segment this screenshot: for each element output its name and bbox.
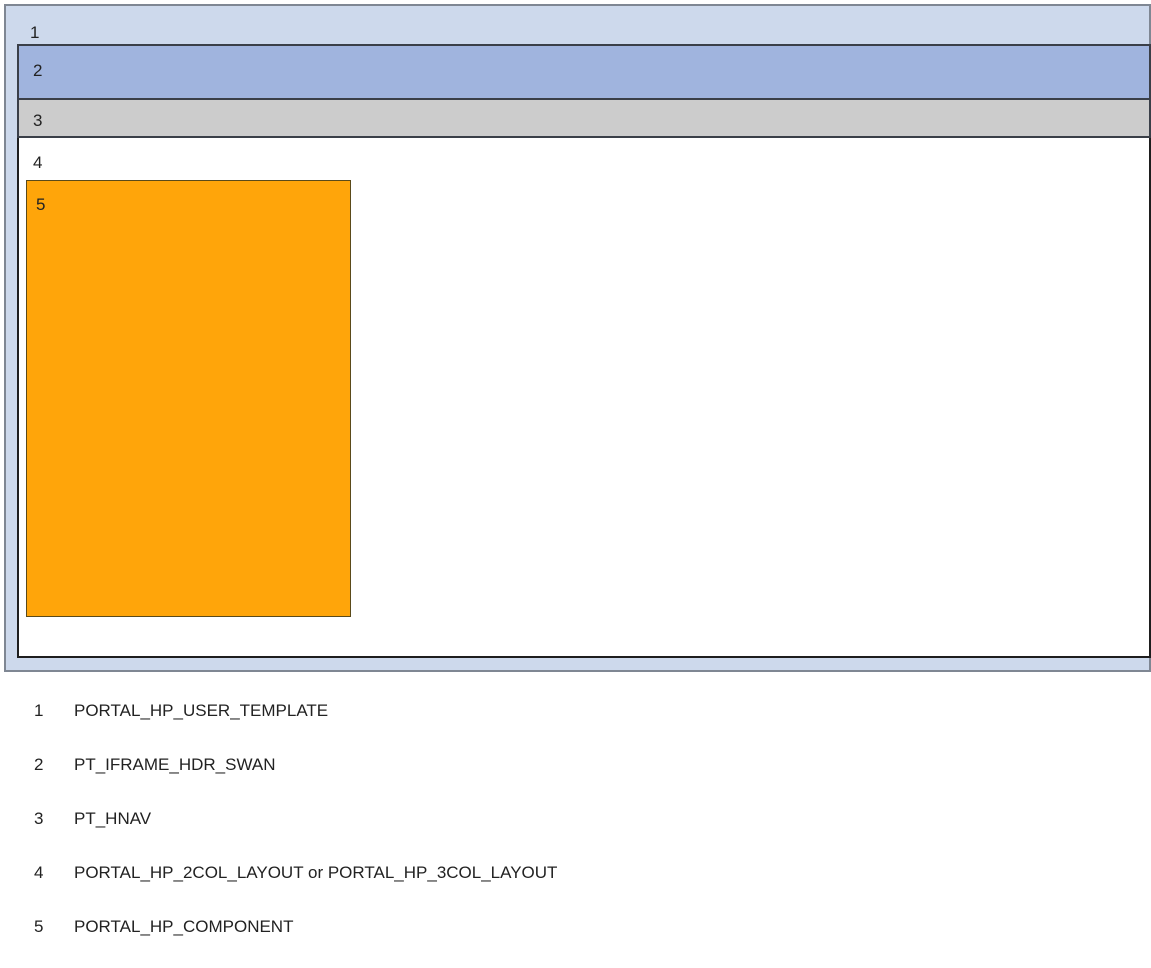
- legend-text: PT_HNAV: [74, 809, 152, 828]
- region-hnav: 3: [17, 100, 1151, 138]
- region-component: 5: [26, 180, 351, 617]
- region-label-1: 1: [30, 23, 40, 42]
- legend-item-2: 2 PT_IFRAME_HDR_SWAN: [34, 754, 276, 776]
- legend-item-4: 4 PORTAL_HP_2COL_LAYOUT or PORTAL_HP_3COL…: [34, 862, 557, 884]
- legend-number: 1: [34, 701, 44, 720]
- legend-item-3: 3 PT_HNAV: [34, 808, 151, 830]
- legend-text: PT_IFRAME_HDR_SWAN: [74, 755, 276, 774]
- region-iframe-header: 2: [17, 44, 1151, 100]
- legend-item-1: 1 PORTAL_HP_USER_TEMPLATE: [34, 700, 328, 722]
- legend-number: 4: [34, 863, 44, 882]
- legend-text: PORTAL_HP_USER_TEMPLATE: [74, 701, 329, 720]
- region-label-5: 5: [36, 195, 46, 214]
- legend-text: PORTAL_HP_COMPONENT: [74, 917, 294, 936]
- layout-diagram: 1 2 3 4 5: [4, 4, 1151, 672]
- region-label-2: 2: [33, 61, 43, 80]
- region-label-3: 3: [33, 111, 43, 130]
- legend-number: 2: [34, 755, 44, 774]
- legend-number: 3: [34, 809, 44, 828]
- legend-text: PORTAL_HP_2COL_LAYOUT or PORTAL_HP_3COL_…: [74, 863, 558, 882]
- region-label-4: 4: [33, 153, 43, 172]
- legend-number: 5: [34, 917, 44, 936]
- legend-item-5: 5 PORTAL_HP_COMPONENT: [34, 916, 293, 938]
